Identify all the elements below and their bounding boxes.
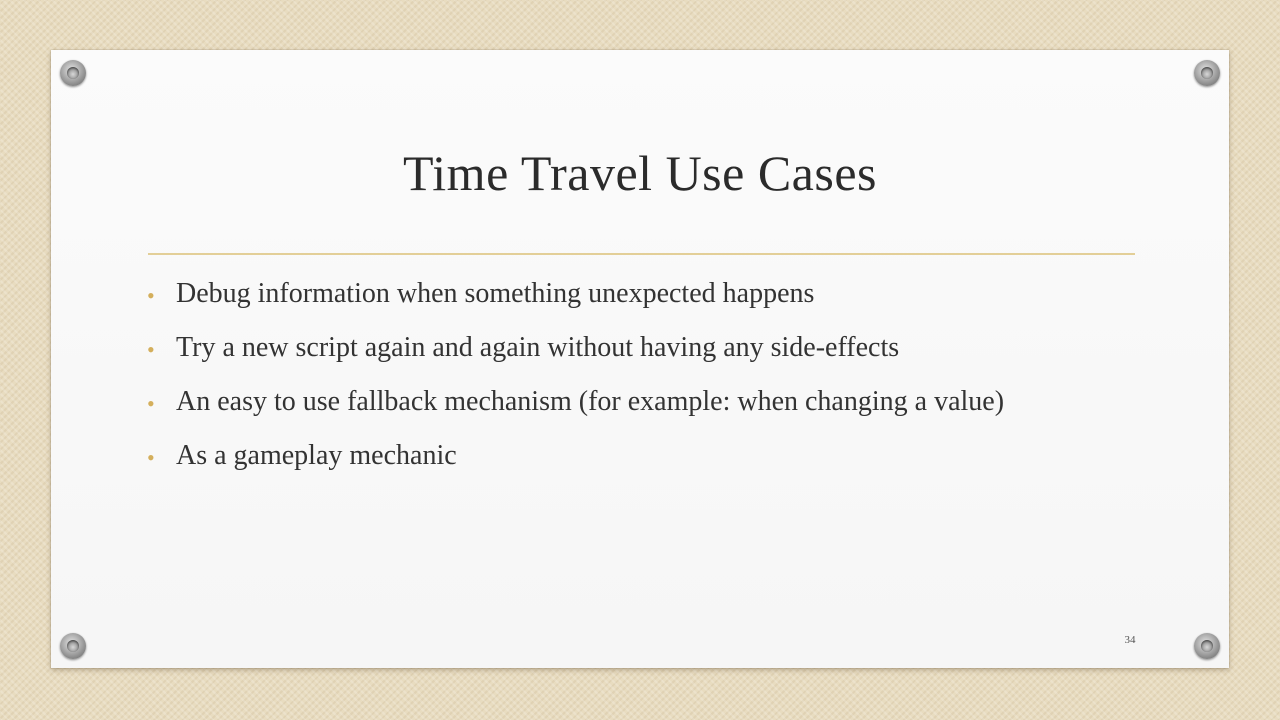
bullet-icon: • <box>147 337 155 362</box>
bullet-text: An easy to use fallback mechanism (for e… <box>176 386 1005 417</box>
bullet-icon: • <box>147 283 155 308</box>
bullet-item: • Debug information when something unexp… <box>146 272 1004 326</box>
bullet-item: • Try a new script again and again witho… <box>146 326 1004 380</box>
title-divider <box>148 253 1135 255</box>
bullet-item: • As a gameplay mechanic <box>146 434 1004 488</box>
slide-title: Time Travel Use Cases <box>403 145 877 201</box>
grommet-bottom-left-icon <box>60 633 86 659</box>
grommet-top-left-icon <box>60 60 86 86</box>
bullet-icon: • <box>147 391 155 416</box>
grommet-bottom-right-icon <box>1194 633 1220 659</box>
grommet-top-right-icon <box>1194 60 1220 86</box>
bullet-text: As a gameplay mechanic <box>176 440 457 471</box>
bullet-text: Debug information when something unexpec… <box>176 278 815 309</box>
bullet-text: Try a new script again and again without… <box>176 332 900 363</box>
slide-number: 34 <box>1124 634 1136 646</box>
bullet-icon: • <box>147 445 155 470</box>
bullet-item: • An easy to use fallback mechanism (for… <box>146 380 1004 434</box>
bullet-list: • Debug information when something unexp… <box>146 272 1004 488</box>
